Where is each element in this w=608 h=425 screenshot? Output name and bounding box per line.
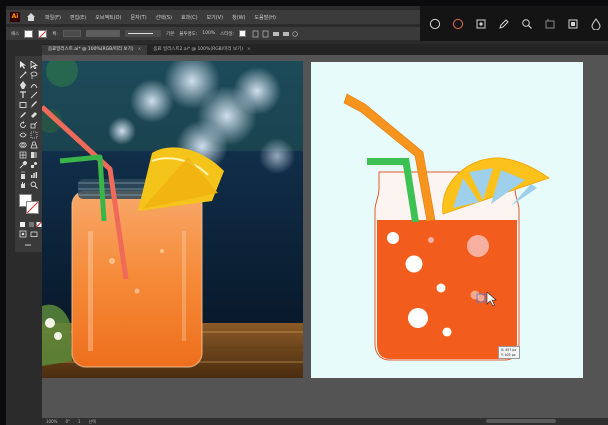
- tools-panel: [15, 56, 42, 252]
- width-tool-icon[interactable]: [19, 131, 27, 139]
- reference-photo[interactable]: [42, 61, 303, 378]
- magic-wand-tool-icon[interactable]: [19, 71, 27, 79]
- menu-help[interactable]: 도움말(H): [255, 14, 276, 21]
- type-tool-icon[interactable]: [19, 91, 27, 99]
- menu-view[interactable]: 보기(V): [207, 14, 224, 21]
- line-tool-icon[interactable]: [30, 91, 38, 99]
- ellipse-icon[interactable]: [429, 18, 441, 30]
- stroke-label: 획:: [52, 31, 58, 37]
- artboard[interactable]: [311, 62, 583, 378]
- align-icons[interactable]: [251, 30, 299, 38]
- color-mode-icon[interactable]: [19, 220, 27, 228]
- style-label: 스타일:: [220, 31, 235, 37]
- bubble: [405, 255, 423, 273]
- stroke-color-box[interactable]: [26, 201, 39, 214]
- rotate-tool-icon[interactable]: [19, 121, 27, 129]
- stroke-color-swatch[interactable]: [38, 29, 48, 38]
- scale-tool-icon[interactable]: [30, 121, 38, 129]
- menu-edit[interactable]: 편집(E): [70, 14, 86, 21]
- bubble-light: [467, 235, 489, 257]
- home-icon[interactable]: [26, 12, 36, 22]
- bubble-light: [428, 237, 434, 243]
- menu-window[interactable]: 창(W): [232, 14, 245, 21]
- symbol-sprayer-tool-icon[interactable]: [19, 171, 27, 179]
- variable-width-field[interactable]: [85, 30, 120, 37]
- close-icon[interactable]: ×: [137, 47, 141, 52]
- direct-selection-tool-icon[interactable]: [30, 60, 39, 70]
- menu-file[interactable]: 파일(F): [45, 14, 61, 21]
- horizontal-scrollbar[interactable]: [486, 419, 556, 423]
- lasso-tool-icon[interactable]: [30, 71, 38, 79]
- graphic-style-swatch[interactable]: [239, 30, 247, 37]
- stroke-profile-value: 기본: [165, 31, 175, 37]
- artboard-navigator[interactable]: 1: [78, 419, 81, 424]
- quick-actions-panel: [420, 6, 608, 41]
- current-tool-name: 선택: [88, 418, 96, 424]
- menu-select[interactable]: 선택(S): [156, 14, 172, 21]
- status-bar: 100% 0° 1 선택: [42, 418, 608, 425]
- mesh-tool-icon[interactable]: [19, 151, 27, 159]
- tooltip-y: Y: 405 px: [501, 353, 516, 357]
- bubble: [442, 327, 452, 337]
- draw-mode-icon[interactable]: [19, 230, 27, 238]
- hand-tool-icon[interactable]: [19, 181, 27, 189]
- control-bar: 패스 획: 기본 불투명도: 100% 스타일:: [6, 27, 420, 40]
- artboard-icon[interactable]: [544, 18, 556, 30]
- menu-object[interactable]: 오브젝트(O): [95, 14, 121, 21]
- app-window: Ai 파일(F) 편집(E) 오브젝트(O) 문자(T) 선택(S) 효과(C)…: [6, 6, 608, 425]
- bubble: [387, 232, 399, 244]
- tab-document-2[interactable]: 음료 일러스트2.ai* @ 100%(RGB/미리 보기) ×: [147, 45, 257, 55]
- recolor-icon[interactable]: [590, 17, 602, 30]
- column-graph-tool-icon[interactable]: [30, 171, 38, 179]
- menu-type[interactable]: 문자(T): [131, 14, 147, 21]
- zoom-level[interactable]: 100%: [46, 419, 57, 424]
- opacity-value[interactable]: 100%: [202, 31, 215, 36]
- document-tab-bar: 음료일러스트.ai* @ 100%(RGB/미리 보기) × 음료 일러스트2.a…: [42, 44, 608, 55]
- perspective-grid-tool-icon[interactable]: [30, 141, 38, 149]
- paintbrush-tool-icon[interactable]: [30, 101, 38, 109]
- bubble: [408, 308, 428, 328]
- shape-builder-tool-icon[interactable]: [19, 141, 27, 149]
- close-icon[interactable]: ×: [247, 47, 251, 52]
- curvature-tool-icon[interactable]: [30, 81, 38, 89]
- rotation-value[interactable]: 0°: [65, 419, 70, 424]
- pen-edit-icon[interactable]: [498, 18, 510, 30]
- drink-illustration[interactable]: [311, 62, 583, 378]
- tab-document-1[interactable]: 음료일러스트.ai* @ 100%(RGB/미리 보기) ×: [42, 45, 148, 55]
- circle-icon[interactable]: [452, 18, 464, 30]
- app-logo: Ai: [10, 12, 20, 22]
- eraser-tool-icon[interactable]: [30, 111, 38, 119]
- rectangle-tool-icon[interactable]: [19, 101, 27, 109]
- selection-tool-icon[interactable]: [19, 61, 27, 69]
- selection-type-label: 패스: [11, 31, 20, 37]
- tab-label: 음료일러스트.ai* @ 100%(RGB/미리 보기): [48, 47, 134, 52]
- zoom-tool-icon[interactable]: [30, 181, 38, 189]
- canvas-workspace[interactable]: X: 457 px Y: 405 px: [42, 55, 608, 418]
- eyedropper-tool-icon[interactable]: [19, 160, 28, 169]
- screen-mode-icon[interactable]: [30, 230, 38, 238]
- blend-tool-icon[interactable]: [30, 161, 38, 169]
- opacity-label: 불투명도:: [179, 31, 198, 37]
- bubble-light: [477, 294, 485, 302]
- free-transform-tool-icon[interactable]: [30, 131, 38, 139]
- menu-effect[interactable]: 효과(C): [181, 14, 198, 21]
- fill-color-swatch[interactable]: [24, 29, 34, 38]
- zoom-icon[interactable]: [521, 18, 533, 30]
- mask-icon[interactable]: [567, 18, 579, 30]
- pen-tool-icon[interactable]: [19, 81, 27, 89]
- tab-label: 음료 일러스트2.ai* @ 100%(RGB/미리 보기): [153, 47, 244, 52]
- gradient-tool-icon[interactable]: [30, 151, 38, 159]
- gradient-mode-icon[interactable]: [28, 220, 36, 228]
- coordinate-tooltip: X: 457 px Y: 405 px: [498, 346, 520, 359]
- brush-definition-dropdown[interactable]: [124, 30, 161, 37]
- image-trace-icon[interactable]: [475, 18, 487, 30]
- pencil-tool-icon[interactable]: [19, 111, 27, 119]
- bubble: [436, 283, 446, 293]
- more-tools-icon[interactable]: [24, 241, 32, 249]
- stroke-weight-field[interactable]: [62, 30, 81, 37]
